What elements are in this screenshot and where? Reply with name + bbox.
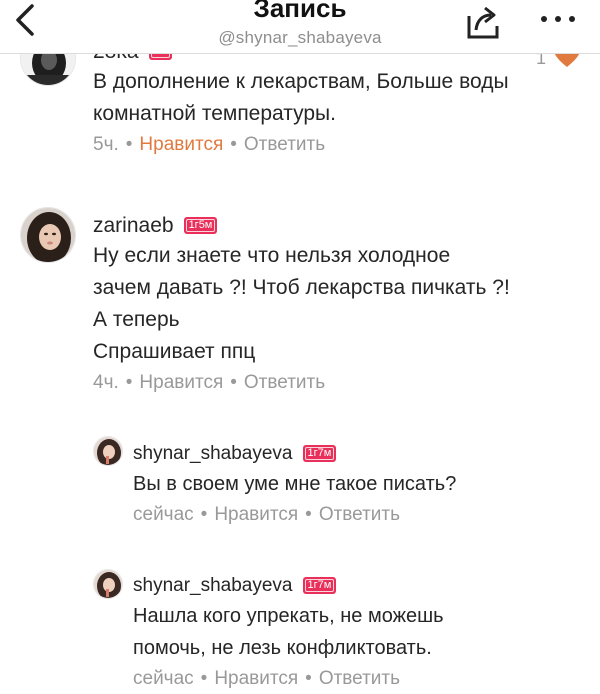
more-dots-icon bbox=[541, 16, 575, 22]
like-button[interactable]: Нравится bbox=[214, 504, 298, 525]
comment-username[interactable]: shynar_shabayeva bbox=[133, 575, 293, 597]
avatar[interactable] bbox=[20, 207, 76, 263]
comment-text-line: комнатной температуры. bbox=[93, 102, 336, 125]
age-badge: 1г7м bbox=[302, 576, 337, 594]
comment-text-line: помочь, не лезь конфликтовать. bbox=[133, 637, 432, 659]
comment-text-line: В дополнение к лекарствам, Больше воды bbox=[93, 70, 509, 93]
reply-button[interactable]: Ответить bbox=[244, 372, 325, 393]
age-badge: 1г7м bbox=[302, 444, 337, 462]
comment-actions: сейчас • Нравится • Ответить bbox=[133, 504, 401, 525]
comment-text-line: зачем давать ?! Чтоб лекарства пичкать ?… bbox=[93, 276, 510, 299]
nav-header: Запись @shynar_shabayeva bbox=[0, 0, 600, 54]
comment-text: Нашла кого упрекать, не можешь помочь, н… bbox=[133, 600, 593, 664]
comment-actions: 5ч. • Нравится • Ответить bbox=[93, 134, 326, 155]
like-button[interactable]: Нравится bbox=[214, 668, 298, 689]
comment-text-line: Ну если знаете что нельзя холодное bbox=[93, 244, 451, 267]
page-title: Запись bbox=[253, 0, 347, 23]
share-button[interactable] bbox=[463, 2, 503, 42]
comment-time: сейчас bbox=[133, 668, 194, 689]
reply-button[interactable]: Ответить bbox=[244, 134, 325, 155]
page-subtitle[interactable]: @shynar_shabayeva bbox=[0, 28, 600, 48]
avatar[interactable] bbox=[93, 436, 123, 466]
share-icon bbox=[467, 6, 499, 39]
comment-username[interactable]: zarinaeb bbox=[93, 214, 174, 238]
reply-button[interactable]: Ответить bbox=[319, 504, 400, 525]
comment-text: Ну если знаете что нельзя холодное зачем… bbox=[93, 240, 593, 368]
comment-time: 5ч. bbox=[93, 134, 119, 155]
like-button[interactable]: Нравится bbox=[139, 134, 223, 155]
comment-text-line: А теперь bbox=[93, 308, 180, 331]
reply-button[interactable]: Ответить bbox=[319, 668, 400, 689]
more-button[interactable] bbox=[538, 12, 578, 26]
comment-text: В дополнение к лекарствам, Больше воды к… bbox=[93, 66, 593, 130]
like-button[interactable]: Нравится bbox=[139, 372, 223, 393]
comment-actions: 4ч. • Нравится • Ответить bbox=[93, 372, 326, 393]
avatar[interactable] bbox=[93, 569, 123, 599]
post-comments-screen: 28ka 2м В дополнение к лекарствам, Больш… bbox=[0, 0, 600, 694]
comment-time: 4ч. bbox=[93, 372, 119, 393]
comment-text-line: Нашла кого упрекать, не можешь bbox=[133, 605, 444, 627]
comment-text: Вы в своем уме мне такое писать? bbox=[133, 468, 593, 500]
comment-text-line: Вы в своем уме мне такое писать? bbox=[133, 473, 457, 495]
comment-text-line: Спрашивает ппц bbox=[93, 340, 256, 363]
comment-username[interactable]: shynar_shabayeva bbox=[133, 443, 293, 465]
comment-time: сейчас bbox=[133, 504, 194, 525]
age-badge: 1г5м bbox=[183, 216, 218, 234]
comment-actions: сейчас • Нравится • Ответить bbox=[133, 668, 401, 689]
